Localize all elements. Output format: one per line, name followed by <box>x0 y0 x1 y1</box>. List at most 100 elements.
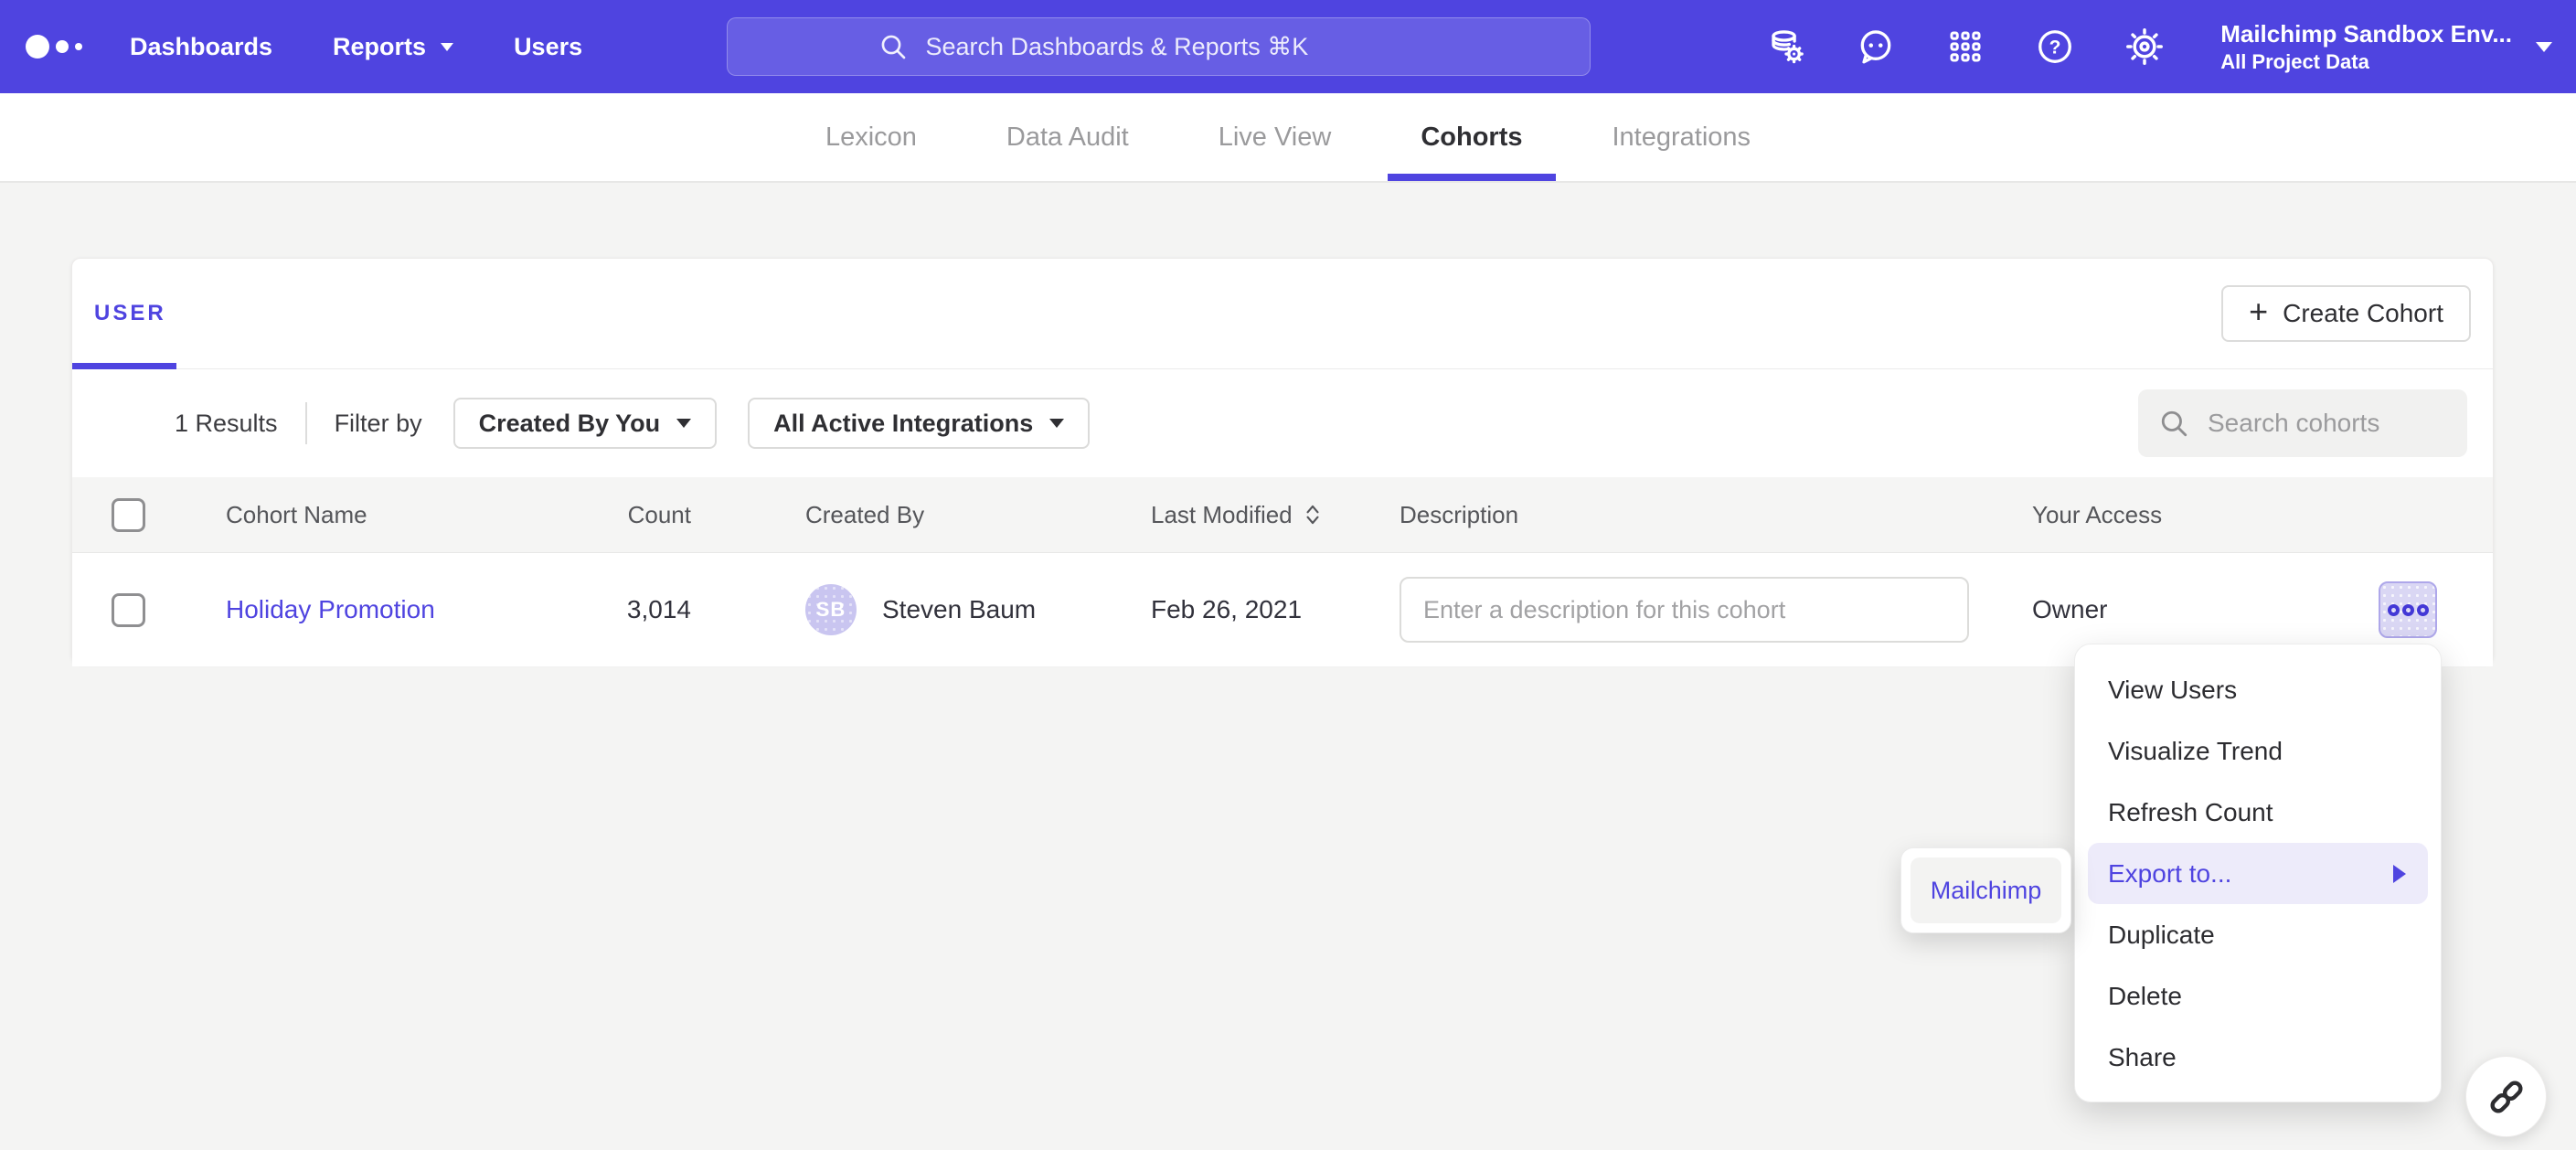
data-management-subnav: Lexicon Data Audit Live View Cohorts Int… <box>0 93 2576 183</box>
header-last-modified[interactable]: Last Modified <box>1151 501 1400 529</box>
search-icon <box>2158 408 2189 439</box>
logo-dot <box>56 40 69 53</box>
cohort-count-cell: 3,014 <box>591 595 691 624</box>
menu-item-visualize-trend[interactable]: Visualize Trend <box>2075 720 2441 782</box>
tab-user-cohorts[interactable]: USER <box>94 259 166 368</box>
search-icon <box>878 32 908 61</box>
feedback-icon[interactable] <box>1857 27 1895 66</box>
filter-by-label: Filter by <box>335 410 422 438</box>
row-checkbox[interactable] <box>112 593 145 627</box>
select-all-checkbox[interactable] <box>112 498 145 532</box>
project-selector[interactable]: Mailchimp Sandbox Env... All Project Dat… <box>2220 19 2552 74</box>
tab-live-view-label: Live View <box>1219 122 1332 153</box>
create-cohort-label: Create Cohort <box>2283 299 2443 328</box>
nav-dashboards-label: Dashboards <box>130 33 272 61</box>
data-management-icon[interactable] <box>1767 27 1805 66</box>
header-checkbox-cell <box>72 498 184 532</box>
tab-integrations[interactable]: Integrations <box>1613 93 1751 181</box>
your-access-cell: Owner <box>2032 581 2493 638</box>
ellipsis-icon <box>2402 604 2414 616</box>
menu-item-delete[interactable]: Delete <box>2075 965 2441 1027</box>
active-tab-underline <box>72 363 176 369</box>
create-cohort-button[interactable]: + Create Cohort <box>2221 285 2471 342</box>
chevron-down-icon <box>441 43 453 51</box>
description-input[interactable] <box>1400 577 1969 643</box>
menu-item-duplicate[interactable]: Duplicate <box>2075 904 2441 965</box>
header-description: Description <box>1400 501 1969 529</box>
logo-dot <box>26 35 49 59</box>
nav-reports[interactable]: Reports <box>333 33 453 61</box>
menu-item-label: Export to... <box>2108 859 2231 889</box>
menu-item-share[interactable]: Share <box>2075 1027 2441 1088</box>
cohort-search-box[interactable] <box>2138 389 2467 457</box>
row-actions-context-menu: View Users Visualize Trend Refresh Count… <box>2074 644 2442 1102</box>
row-checkbox-cell <box>72 593 184 627</box>
last-modified-cell: Feb 26, 2021 <box>1151 595 1400 624</box>
tab-cohorts-label: Cohorts <box>1421 122 1522 153</box>
global-search-input[interactable] <box>924 32 1440 62</box>
description-cell <box>1400 577 1969 643</box>
ellipsis-icon <box>2388 604 2400 616</box>
copy-link-floating-button[interactable] <box>2465 1056 2547 1137</box>
created-by-cell: SB Steven Baum <box>805 584 1151 635</box>
header-count: Count <box>591 501 691 529</box>
access-value: Owner <box>2032 595 2107 624</box>
help-icon[interactable]: ? <box>2036 27 2074 66</box>
chevron-down-icon <box>1049 419 1064 428</box>
top-navigation-bar: Dashboards Reports Users <box>0 0 2576 93</box>
submenu-item-mailchimp[interactable]: Mailchimp <box>1911 857 2061 923</box>
ellipsis-icon <box>2417 604 2429 616</box>
cohort-name-link[interactable]: Holiday Promotion <box>226 595 435 623</box>
menu-item-label: View Users <box>2108 676 2237 705</box>
tab-live-view[interactable]: Live View <box>1219 93 1332 181</box>
tab-user-label: USER <box>94 301 166 326</box>
tab-lexicon-label: Lexicon <box>825 122 917 153</box>
menu-item-label: Duplicate <box>2108 921 2215 950</box>
chevron-down-icon <box>2536 42 2552 52</box>
tab-data-audit-label: Data Audit <box>1006 122 1129 153</box>
nav-users[interactable]: Users <box>514 33 582 61</box>
created-by-filter-dropdown[interactable]: Created By You <box>453 398 718 449</box>
avatar: SB <box>805 584 857 635</box>
mixpanel-logo-icon[interactable] <box>26 35 82 59</box>
header-last-modified-label: Last Modified <box>1151 501 1293 529</box>
nav-reports-label: Reports <box>333 33 426 61</box>
header-created-by: Created By <box>805 501 1151 529</box>
filter-toolbar: 1 Results Filter by Created By You All A… <box>72 369 2493 477</box>
created-by-name: Steven Baum <box>882 595 1036 624</box>
tab-integrations-label: Integrations <box>1613 122 1751 153</box>
settings-gear-icon[interactable] <box>2125 27 2164 66</box>
logo-dot <box>75 43 82 50</box>
sort-icon <box>1304 502 1322 527</box>
screen: Dashboards Reports Users <box>0 0 2576 1150</box>
nav-dashboards[interactable]: Dashboards <box>130 33 272 61</box>
chevron-down-icon <box>676 419 691 428</box>
results-count: 1 Results <box>175 410 278 438</box>
cohort-search-input[interactable] <box>2206 408 2438 439</box>
tab-cohorts[interactable]: Cohorts <box>1421 93 1522 181</box>
submenu-item-label: Mailchimp <box>1931 877 2042 905</box>
row-actions-menu-button[interactable] <box>2379 581 2437 638</box>
menu-item-view-users[interactable]: View Users <box>2075 659 2441 720</box>
integrations-filter-dropdown[interactable]: All Active Integrations <box>748 398 1090 449</box>
svg-text:?: ? <box>2049 37 2061 59</box>
plus-icon: + <box>2249 295 2268 328</box>
cohort-type-tabstrip: USER + Create Cohort <box>72 259 2493 369</box>
submenu-arrow-icon <box>2393 865 2406 883</box>
table-header-row: Cohort Name Count Created By Last Modifi… <box>72 477 2493 553</box>
project-scope: All Project Data <box>2220 49 2512 75</box>
top-nav-links: Dashboards Reports Users <box>130 33 582 61</box>
menu-item-refresh-count[interactable]: Refresh Count <box>2075 782 2441 843</box>
subnav-tabs: Lexicon Data Audit Live View Cohorts Int… <box>825 93 1751 181</box>
menu-item-label: Delete <box>2108 982 2182 1011</box>
integrations-filter-label: All Active Integrations <box>773 410 1033 438</box>
cohort-name-cell: Holiday Promotion <box>184 595 591 624</box>
tab-data-audit[interactable]: Data Audit <box>1006 93 1129 181</box>
header-cohort-name: Cohort Name <box>184 501 591 529</box>
divider <box>305 402 307 444</box>
menu-item-label: Visualize Trend <box>2108 737 2283 766</box>
tab-lexicon[interactable]: Lexicon <box>825 93 917 181</box>
global-search-bar[interactable] <box>727 17 1591 76</box>
menu-item-export-to[interactable]: Export to... <box>2088 843 2428 904</box>
apps-grid-icon[interactable] <box>1946 27 1985 66</box>
